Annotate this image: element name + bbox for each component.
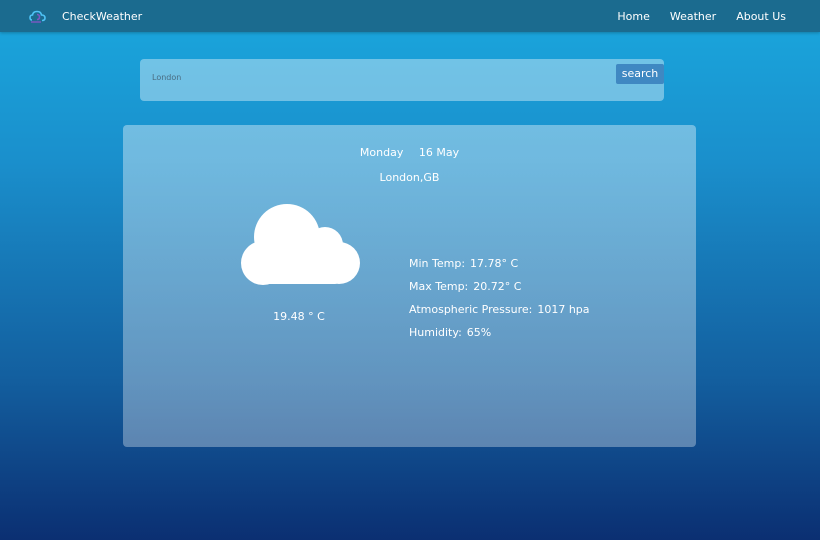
search-input[interactable]: London	[152, 73, 181, 82]
detail-value: 20.72° C	[473, 280, 522, 293]
weather-day: Monday	[359, 146, 404, 159]
detail-row-pressure: Atmospheric Pressure: 1017 hpa	[409, 302, 590, 325]
nav-links: Home Weather About Us	[597, 0, 786, 32]
detail-value: 65%	[466, 326, 492, 339]
brand-name: CheckWeather	[62, 9, 143, 23]
navbar: CheckWeather Home Weather About Us	[0, 0, 820, 32]
detail-row-min-temp: Min Temp: 17.78° C	[409, 256, 590, 279]
weather-details: Min Temp: 17.78° C Max Temp: 20.72° C Atmo…	[409, 256, 590, 348]
cloud-logo-icon	[29, 10, 46, 23]
detail-row-humidity: Humidity: 65%	[409, 325, 590, 348]
search-bar: London search	[140, 59, 664, 101]
search-button[interactable]: search	[616, 64, 664, 84]
detail-label: Max Temp:	[409, 280, 469, 293]
detail-label: Min Temp:	[409, 257, 466, 270]
nav-home-link[interactable]: Home	[617, 10, 649, 23]
detail-row-max-temp: Max Temp: 20.72° C	[409, 279, 590, 302]
nav-about-link[interactable]: About Us	[736, 10, 786, 23]
cloud-icon	[241, 204, 360, 285]
detail-value: 1017 hpa	[537, 303, 590, 316]
brand[interactable]: CheckWeather	[28, 6, 142, 26]
detail-value: 17.78° C	[470, 257, 519, 270]
date-line: Monday 16 May	[123, 146, 696, 159]
detail-label: Humidity:	[409, 326, 462, 339]
weather-card: Monday 16 May London,GB 19.48 ° C Min Te…	[123, 125, 696, 447]
current-temperature: 19.48 ° C	[273, 310, 325, 323]
detail-label: Atmospheric Pressure:	[409, 303, 533, 316]
nav-weather-link[interactable]: Weather	[670, 10, 716, 23]
weather-date: 16 May	[418, 146, 460, 159]
weather-location: London,GB	[379, 171, 440, 184]
